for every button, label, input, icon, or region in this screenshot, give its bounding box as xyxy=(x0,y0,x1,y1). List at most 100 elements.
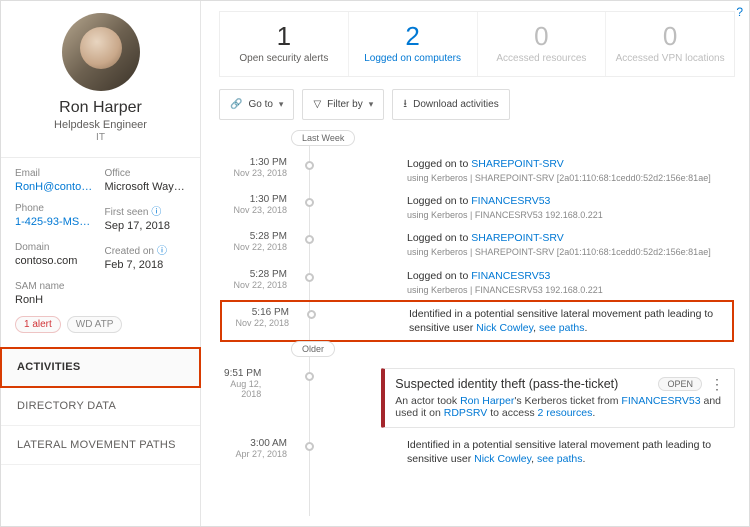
timeline-event-alert[interactable]: 9:51 PMAug 12, 2018 Suspected identity t… xyxy=(219,363,735,433)
info-icon[interactable]: ⓘ xyxy=(157,246,167,257)
stat-label: Accessed resources xyxy=(482,53,602,64)
nav-activities[interactable]: ACTIVITIES xyxy=(1,348,200,387)
domain-value: contoso.com xyxy=(15,255,97,267)
email-label: Email xyxy=(15,168,97,179)
timeline-event[interactable]: 1:30 PMNov 23, 2018 Logged on to SHAREPO… xyxy=(219,152,735,189)
user-role: Helpdesk Engineer xyxy=(1,119,200,131)
stat-num: 0 xyxy=(610,22,730,51)
alert-badge[interactable]: 1 alert xyxy=(15,316,61,333)
event-date: Aug 12, 2018 xyxy=(219,379,261,399)
timeline-dot-icon xyxy=(305,235,314,244)
event-time: 1:30 PM xyxy=(219,157,287,168)
resources-link[interactable]: 2 resources xyxy=(538,407,593,419)
info-icon[interactable]: ⓘ xyxy=(151,207,161,218)
office-value: Microsoft Way Re… xyxy=(105,181,187,193)
created-value: Feb 7, 2018 xyxy=(105,259,187,271)
phone-value[interactable]: 1-425-93-MSPHONE xyxy=(15,216,97,228)
stat-vpn-locations[interactable]: 0 Accessed VPN locations xyxy=(605,12,734,76)
event-date: Nov 22, 2018 xyxy=(221,318,289,328)
main-panel: 1 Open security alerts 2 Logged on compu… xyxy=(201,1,749,526)
stat-num: 1 xyxy=(224,22,344,51)
link-icon: 🔗 xyxy=(230,99,242,110)
stat-num: 2 xyxy=(353,22,473,51)
sam-label: SAM name xyxy=(15,281,97,292)
timeline-dot-icon xyxy=(305,161,314,170)
timeline-dot-icon xyxy=(307,310,316,319)
event-date: Nov 23, 2018 xyxy=(219,168,287,178)
computer-link[interactable]: RDPSRV xyxy=(444,407,488,419)
user-details: Email RonH@contoso.com Office Microsoft … xyxy=(1,168,200,333)
download-icon: ⭳ xyxy=(403,95,407,114)
stat-label: Logged on computers xyxy=(353,53,473,64)
goto-button[interactable]: 🔗Go to▾ xyxy=(219,89,294,120)
computer-link[interactable]: FINANCESRV53 xyxy=(621,395,700,407)
toolbar: 🔗Go to▾ ▽Filter by▾ ⭳Download activities xyxy=(219,89,735,120)
see-paths-link[interactable]: see paths xyxy=(539,322,585,334)
timeline-dot-icon xyxy=(305,273,314,282)
alert-card[interactable]: Suspected identity theft (pass-the-ticke… xyxy=(381,368,735,428)
see-paths-link[interactable]: see paths xyxy=(537,453,583,465)
chevron-down-icon: ▾ xyxy=(279,99,284,110)
phone-label: Phone xyxy=(15,203,97,214)
user-link[interactable]: Nick Cowley xyxy=(476,322,533,334)
computer-link[interactable]: SHAREPOINT-SRV xyxy=(471,158,564,170)
user-dept: IT xyxy=(1,132,200,143)
stat-logged-computers[interactable]: 2 Logged on computers xyxy=(348,12,477,76)
event-date: Apr 27, 2018 xyxy=(219,449,287,459)
event-sub: using Kerberos | FINANCESRV53 192.168.0.… xyxy=(407,209,735,221)
filter-button[interactable]: ▽Filter by▾ xyxy=(302,89,384,120)
alert-title: Suspected identity theft (pass-the-ticke… xyxy=(395,377,618,391)
time-chip-lastweek: Last Week xyxy=(291,130,355,146)
user-name: Ron Harper xyxy=(1,99,200,117)
timeline-dot-icon xyxy=(305,198,314,207)
nav-directory-data[interactable]: DIRECTORY DATA xyxy=(1,387,200,426)
timeline-event[interactable]: 3:00 AMApr 27, 2018 Identified in a pote… xyxy=(219,433,735,471)
timeline-dot-icon xyxy=(305,442,314,451)
event-date: Nov 22, 2018 xyxy=(219,280,287,290)
domain-label: Domain xyxy=(15,242,97,253)
timeline-event-highlighted[interactable]: 5:16 PMNov 22, 2018 Identified in a pote… xyxy=(221,301,733,341)
event-time: 1:30 PM xyxy=(219,194,287,205)
stats-bar: 1 Open security alerts 2 Logged on compu… xyxy=(219,11,735,77)
activity-timeline: Last Week 1:30 PMNov 23, 2018 Logged on … xyxy=(219,130,735,516)
event-date: Nov 23, 2018 xyxy=(219,205,287,215)
wdatp-badge[interactable]: WD ATP xyxy=(67,316,123,333)
event-sub: using Kerberos | SHAREPOINT-SRV [2a01:11… xyxy=(407,172,735,184)
event-sub: using Kerberos | SHAREPOINT-SRV [2a01:11… xyxy=(407,246,735,258)
stat-num: 0 xyxy=(482,22,602,51)
stat-open-alerts[interactable]: 1 Open security alerts xyxy=(220,12,348,76)
timeline-event[interactable]: 5:28 PMNov 22, 2018 Logged on to SHAREPO… xyxy=(219,226,735,263)
sidebar-nav: ACTIVITIES DIRECTORY DATA LATERAL MOVEME… xyxy=(1,347,200,465)
event-sub: using Kerberos | FINANCESRV53 192.168.0.… xyxy=(407,284,735,296)
alert-body: An actor took Ron Harper's Kerberos tick… xyxy=(395,395,724,419)
timeline-event[interactable]: 1:30 PMNov 23, 2018 Logged on to FINANCE… xyxy=(219,189,735,226)
email-value[interactable]: RonH@contoso.com xyxy=(15,181,97,193)
firstseen-label: First seenⓘ xyxy=(105,203,187,218)
status-badge: OPEN xyxy=(658,377,702,391)
computer-link[interactable]: FINANCESRV53 xyxy=(471,195,550,207)
time-chip-older: Older xyxy=(291,341,335,357)
help-icon[interactable]: ? xyxy=(736,5,743,19)
event-time: 5:28 PM xyxy=(219,269,287,280)
event-time: 3:00 AM xyxy=(219,438,287,449)
stat-accessed-resources[interactable]: 0 Accessed resources xyxy=(477,12,606,76)
timeline-event[interactable]: 5:28 PMNov 22, 2018 Logged on to FINANCE… xyxy=(219,264,735,301)
sam-value: RonH xyxy=(15,294,97,306)
user-sidebar: Ron Harper Helpdesk Engineer IT Email Ro… xyxy=(1,1,201,526)
timeline-dot-icon xyxy=(305,372,314,381)
office-label: Office xyxy=(105,168,187,179)
download-button[interactable]: ⭳Download activities xyxy=(392,89,509,120)
user-link[interactable]: Nick Cowley xyxy=(474,453,531,465)
stat-label: Accessed VPN locations xyxy=(610,53,730,64)
user-link[interactable]: Ron Harper xyxy=(460,395,514,407)
avatar xyxy=(62,13,140,91)
stat-label: Open security alerts xyxy=(224,53,344,64)
event-time: 9:51 PM xyxy=(219,368,261,379)
event-time: 5:16 PM xyxy=(221,307,289,318)
filter-icon: ▽ xyxy=(313,99,321,110)
computer-link[interactable]: FINANCESRV53 xyxy=(471,270,550,282)
more-icon[interactable]: ⋮ xyxy=(710,381,724,388)
nav-lateral-paths[interactable]: LATERAL MOVEMENT PATHS xyxy=(1,426,200,465)
computer-link[interactable]: SHAREPOINT-SRV xyxy=(471,232,564,244)
event-time: 5:28 PM xyxy=(219,231,287,242)
